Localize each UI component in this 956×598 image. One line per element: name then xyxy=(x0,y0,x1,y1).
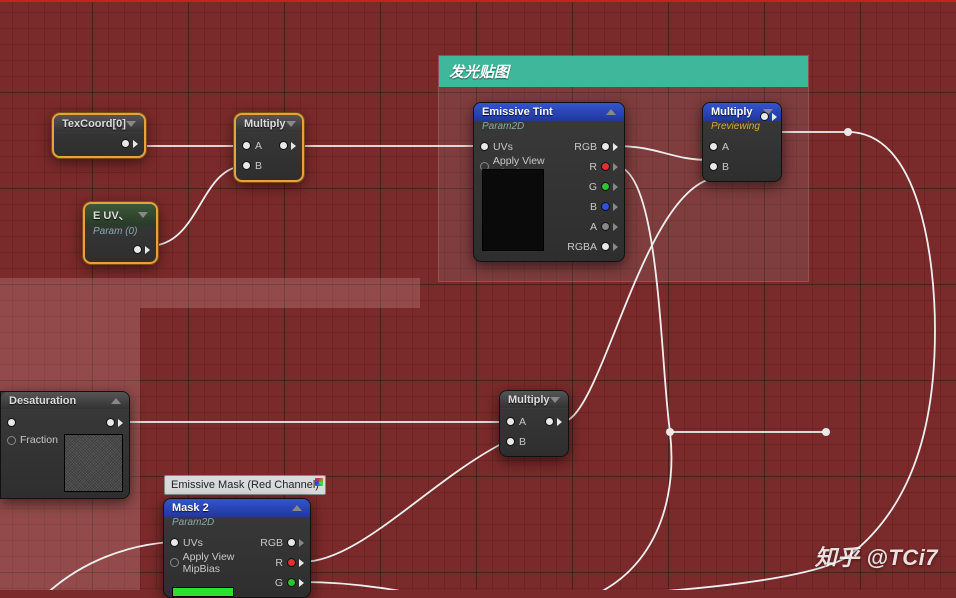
node-subtitle: Param2D xyxy=(474,121,624,134)
chevron-up-icon[interactable] xyxy=(111,398,121,404)
node-title: E UV、 xyxy=(93,207,130,223)
input-pin-uvs[interactable]: UVs xyxy=(170,537,203,549)
output-pin-rgb[interactable]: RGB xyxy=(574,141,618,153)
node-title: Mask 2 xyxy=(172,502,209,514)
node-desaturation[interactable]: Desaturation Fraction xyxy=(0,391,130,499)
input-pin-b[interactable]: B xyxy=(506,436,526,448)
output-pin-g[interactable]: G xyxy=(275,577,304,589)
node-title: Emissive Tint xyxy=(482,106,553,118)
tooltip-emissive-mask: Emissive Mask (Red Channel) xyxy=(164,475,326,495)
chevron-down-icon[interactable] xyxy=(550,397,560,403)
output-pin-rgb[interactable]: RGB xyxy=(260,537,304,549)
chevron-down-icon[interactable] xyxy=(126,121,136,127)
texture-preview[interactable] xyxy=(172,587,234,597)
node-mask-2[interactable]: Mask 2 Param2D UVs RGB Apply View MipBia… xyxy=(163,498,311,598)
node-title: Desaturation xyxy=(9,395,76,407)
graph-canvas[interactable]: 发光贴图 TexCoord[0] E UV、 Param xyxy=(0,0,956,590)
input-pin-fraction[interactable]: Fraction xyxy=(7,434,58,446)
node-euv-param[interactable]: E UV、 Param (0) xyxy=(83,202,158,264)
output-pin[interactable] xyxy=(121,139,138,148)
node-title: TexCoord[0] xyxy=(62,118,126,130)
comment-title[interactable]: 发光贴图 xyxy=(439,56,808,87)
output-pin[interactable] xyxy=(545,417,562,426)
output-pin-r[interactable]: R xyxy=(589,161,618,173)
node-multiply-1[interactable]: Multiply A B xyxy=(234,113,304,182)
output-pin-a[interactable]: A xyxy=(590,221,618,233)
node-preview[interactable] xyxy=(64,434,123,492)
watermark: 知乎 @TCi7 xyxy=(815,540,938,572)
input-pin-a[interactable]: A xyxy=(709,141,729,153)
node-title: Multiply xyxy=(711,106,753,118)
output-pin-g[interactable]: G xyxy=(589,181,618,193)
node-multiply-2[interactable]: Multiply Previewing A B xyxy=(702,102,782,182)
input-pin-a[interactable]: A xyxy=(242,140,262,152)
output-pin[interactable] xyxy=(133,245,150,254)
output-pin-rgba[interactable]: RGBA xyxy=(567,241,618,253)
input-pin-main[interactable] xyxy=(7,418,16,427)
output-pin[interactable] xyxy=(760,112,777,121)
node-subtitle: Previewing xyxy=(703,121,781,134)
node-multiply-3[interactable]: Multiply A B xyxy=(499,390,569,457)
node-title: Multiply xyxy=(508,394,550,406)
node-emissive-tint[interactable]: Emissive Tint Param2D UVs RGB Apply View… xyxy=(473,102,625,262)
input-pin-a[interactable]: A xyxy=(506,416,526,428)
output-pin-r[interactable]: R xyxy=(275,557,304,569)
node-title: Multiply xyxy=(244,118,286,130)
chevron-up-icon[interactable] xyxy=(606,109,616,115)
input-pin-mipbias[interactable]: Apply View MipBias xyxy=(170,551,269,575)
output-pin[interactable] xyxy=(106,418,123,427)
node-texcoord[interactable]: TexCoord[0] xyxy=(52,113,146,158)
output-pin-b[interactable]: B xyxy=(590,201,618,213)
texture-preview[interactable] xyxy=(482,169,544,251)
chevron-down-icon[interactable] xyxy=(138,212,148,218)
input-pin-b[interactable]: B xyxy=(242,160,262,172)
comment-box-secondary[interactable] xyxy=(0,278,420,308)
chevron-down-icon[interactable] xyxy=(286,121,296,127)
input-pin-uvs[interactable]: UVs xyxy=(480,141,513,153)
chevron-up-icon[interactable] xyxy=(292,505,302,511)
output-pin[interactable] xyxy=(279,141,296,150)
node-subtitle: Param (0) xyxy=(85,226,156,239)
input-pin-b[interactable]: B xyxy=(709,161,729,173)
node-subtitle: Param2D xyxy=(164,517,310,530)
